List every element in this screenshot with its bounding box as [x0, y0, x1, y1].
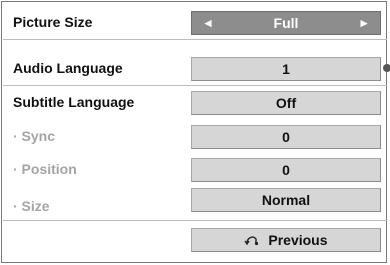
- sync-label: · Sync: [13, 128, 56, 144]
- subtitle-language-value: Off: [275, 95, 297, 111]
- menu-row-size: · Size Normal: [3, 187, 387, 221]
- previous-button-label: Previous: [268, 232, 328, 248]
- size-label: · Size: [13, 198, 50, 214]
- right-arrow-icon[interactable]: ►: [358, 12, 370, 34]
- scroll-indicator-dot-icon: [383, 64, 390, 72]
- audio-language-value: 1: [282, 61, 290, 77]
- picture-size-value: Full: [273, 15, 299, 31]
- return-arrow-icon: [244, 230, 260, 252]
- previous-button[interactable]: Previous: [191, 228, 381, 252]
- sync-value: 0: [282, 129, 290, 145]
- audio-language-value-box[interactable]: 1: [191, 57, 381, 81]
- position-value: 0: [282, 162, 290, 178]
- size-value: Normal: [261, 192, 311, 208]
- menu-row-picture-size[interactable]: Picture Size ◄ Full ►: [3, 6, 387, 40]
- left-arrow-icon[interactable]: ◄: [202, 12, 214, 34]
- subtitle-language-label: Subtitle Language: [13, 94, 135, 110]
- picture-size-label: Picture Size: [13, 14, 93, 30]
- audio-language-label: Audio Language: [13, 60, 123, 76]
- menu-row-sync: · Sync 0: [3, 120, 387, 153]
- menu-row-previous: Previous: [3, 227, 387, 260]
- menu-row-subtitle-language[interactable]: Subtitle Language Off: [3, 86, 387, 119]
- menu-row-audio-language[interactable]: Audio Language 1: [3, 52, 387, 86]
- position-value-box: 0: [191, 158, 381, 182]
- sync-value-box: 0: [191, 125, 381, 149]
- position-label: · Position: [13, 161, 77, 177]
- subtitle-language-value-box[interactable]: Off: [191, 91, 381, 115]
- settings-menu: Picture Size ◄ Full ► Audio Language 1 S…: [1, 1, 390, 263]
- picture-size-value-box[interactable]: ◄ Full ►: [191, 11, 381, 35]
- size-value-box: Normal: [191, 188, 381, 212]
- menu-row-position: · Position 0: [3, 153, 387, 186]
